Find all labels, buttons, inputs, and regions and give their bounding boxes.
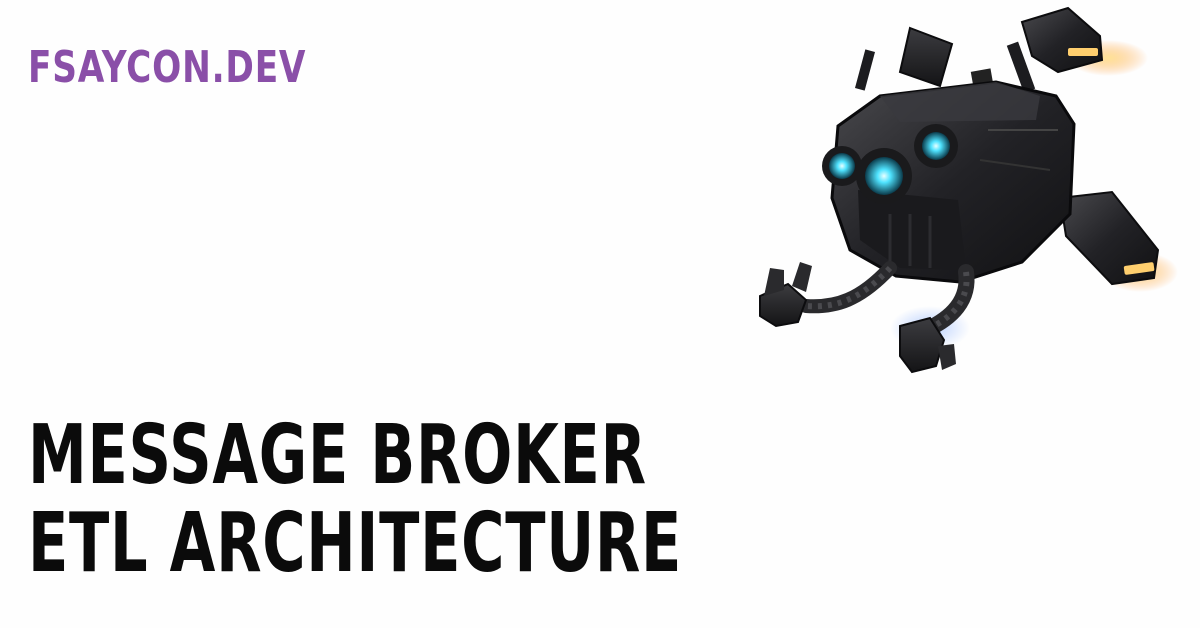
robot-drone-illustration <box>759 6 1178 374</box>
page-title: MESSAGE BROKER ETL ARCHITECTURE <box>28 412 682 588</box>
robot-arm-left <box>759 261 897 328</box>
antenna-right <box>1006 6 1104 93</box>
antenna-left <box>854 26 954 91</box>
social-card: FSAYCON.DEV MESSAGE BROKER ETL ARCHITECT… <box>0 0 1200 628</box>
brand-wordmark: FSAYCON.DEV <box>28 42 307 93</box>
title-line-1: MESSAGE BROKER <box>28 408 647 503</box>
title-line-2: ETL ARCHITECTURE <box>28 496 683 591</box>
